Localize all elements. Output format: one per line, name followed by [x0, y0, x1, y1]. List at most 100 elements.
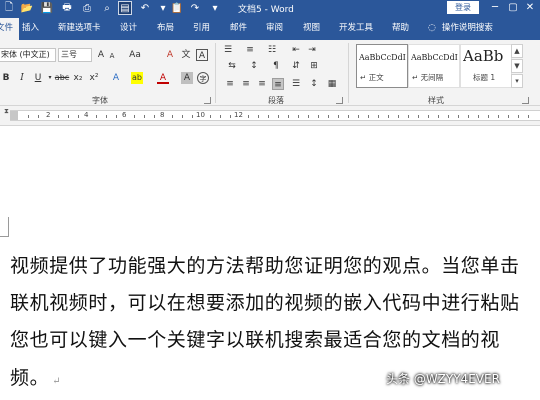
customize-icon[interactable]: ▾ [208, 1, 222, 15]
numbering-icon[interactable]: ≡ [244, 44, 256, 56]
distributed-icon[interactable]: ⊞ [308, 60, 320, 72]
redo-icon[interactable]: ↷ [188, 1, 202, 15]
tab-mailings[interactable]: 邮件 [230, 21, 247, 33]
line-spacing-extra-icon[interactable]: ⇵ [290, 60, 302, 72]
open-folder-icon[interactable]: 📂 [20, 1, 34, 15]
login-button[interactable]: 登录 [447, 1, 479, 14]
increase-indent-icon[interactable]: ⇥ [306, 44, 318, 56]
ruler-tick [192, 115, 193, 118]
justify-icon[interactable]: ≡ [272, 78, 284, 90]
underline-button[interactable]: U [32, 72, 44, 84]
change-case-icon[interactable]: Aa [126, 49, 144, 61]
tell-me-search[interactable]: ◌ 操作说明搜索 [428, 21, 493, 33]
ruler-tick [488, 115, 489, 118]
paragraph-mark-icon: ↵ [52, 376, 62, 387]
ruler-tick [96, 115, 97, 118]
ruler-tick [210, 115, 211, 118]
horizontal-ruler: ⧗ 2 4 6 8 10 12 [0, 106, 540, 126]
clear-format-icon[interactable]: A [164, 49, 176, 61]
strikethrough-button[interactable]: abc [54, 72, 70, 84]
tab-references[interactable]: 引用 [193, 21, 210, 33]
close-button[interactable]: ✕ [522, 1, 538, 15]
font-name-select[interactable]: 宋体 (中文正) [0, 48, 56, 62]
styles-scroll-down[interactable]: ▼ [511, 59, 523, 73]
ruler-tick [448, 115, 449, 118]
tab-insert[interactable]: 插入 [22, 21, 39, 33]
tab-layout[interactable]: 布局 [157, 21, 174, 33]
font-color-icon[interactable]: A [157, 72, 169, 84]
align-center-icon[interactable]: ≡ [240, 78, 252, 90]
line-spacing-icon[interactable]: ↕ [308, 78, 320, 90]
ruler-tick [308, 115, 309, 118]
enclose-char-icon[interactable]: 字 [197, 72, 209, 84]
char-border-icon[interactable]: A [196, 49, 208, 61]
borders-icon[interactable]: ▦ [326, 78, 338, 90]
multilevel-list-icon[interactable]: ☷ [266, 44, 278, 56]
ruler-tick [220, 115, 221, 118]
styles-scroll-up[interactable]: ▲ [511, 44, 523, 58]
ruler-tick [518, 115, 519, 118]
style-heading-1[interactable]: AaBb 标题 1 [460, 44, 512, 88]
tab-help[interactable]: 帮助 [392, 21, 409, 33]
superscript-button[interactable]: x² [88, 72, 100, 84]
new-doc-icon[interactable]: 🗋 [2, 1, 16, 15]
document-text-line[interactable]: 频。 ↵ [10, 363, 61, 390]
text-effects-icon[interactable]: A [110, 72, 122, 84]
ruler-tick [468, 115, 469, 118]
ruler-tick [116, 115, 117, 118]
distribute-icon[interactable]: ☰ [290, 78, 302, 90]
font-size-select[interactable]: 三号 [58, 48, 92, 62]
document-text-line[interactable]: 视频提供了功能强大的方法帮助您证明您的观点。当您单击 [10, 251, 520, 278]
font-dialog-launcher[interactable] [204, 97, 211, 104]
styles-more[interactable]: ▾ [511, 74, 523, 88]
minimize-button[interactable]: ─ [487, 1, 503, 15]
paste-icon[interactable]: 📋 [170, 1, 184, 15]
tab-view[interactable]: 视图 [303, 21, 320, 33]
preview-icon[interactable]: ⌕ [100, 1, 114, 15]
highlight-icon[interactable]: ab [131, 72, 143, 84]
indent-marker-icon[interactable]: ⧗ [4, 107, 9, 116]
ruler-tick [154, 115, 155, 118]
tab-file[interactable]: 文件 [0, 18, 20, 40]
ruler-tick [106, 115, 107, 118]
align-right-icon[interactable]: ≡ [256, 78, 268, 90]
ruler-tick [58, 115, 59, 118]
undo-icon[interactable]: ↶ [138, 1, 152, 15]
bullets-icon[interactable]: ☰ [222, 44, 234, 56]
show-marks-icon[interactable]: ¶ [270, 60, 282, 72]
read-mode-icon[interactable]: ▤ [118, 1, 132, 15]
document-text-line[interactable]: 联机视频时，可以在想要添加的视频的嵌入代码中进行粘贴 [10, 288, 520, 315]
italic-button[interactable]: I [16, 72, 28, 84]
save-icon[interactable]: 💾 [40, 1, 54, 15]
phonetic-guide-icon[interactable]: 文 [180, 49, 192, 61]
ruler-tick [428, 115, 429, 118]
undo-dropdown-icon[interactable]: ▾ [156, 1, 170, 15]
paragraph-dialog-launcher[interactable] [336, 97, 343, 104]
chinese-layout-icon[interactable]: ⇆ [226, 60, 238, 72]
style-name: 标题 1 [473, 73, 496, 82]
ruler-tick [418, 115, 419, 118]
document-page[interactable]: 视频提供了功能强大的方法帮助您证明您的观点。当您单击 联机视频时，可以在想要添加… [0, 127, 540, 400]
document-text-line[interactable]: 您也可以键入一个关键字以联机搜索最适合您的文档的视 [10, 325, 500, 352]
decrease-indent-icon[interactable]: ⇤ [290, 44, 302, 56]
watermark: 头条 @WZYY4EVER [386, 372, 500, 386]
styles-dialog-launcher[interactable] [522, 97, 529, 104]
crop-mark [8, 217, 9, 237]
align-left-icon[interactable]: ≡ [224, 78, 236, 90]
shrink-font-icon[interactable]: A [106, 50, 118, 62]
restore-button[interactable]: ▢ [505, 1, 521, 15]
bold-button[interactable]: B [0, 72, 12, 84]
sort-icon[interactable]: ↕ [248, 60, 260, 72]
tab-developer[interactable]: 开发工具 [339, 21, 373, 33]
char-shading-icon[interactable]: A [181, 72, 193, 84]
ruler-tick [528, 115, 529, 118]
subscript-button[interactable]: x₂ [72, 72, 84, 84]
tab-new-tab[interactable]: 新建选项卡 [58, 21, 101, 33]
style-no-spacing[interactable]: AaBbCcDdI ↵ 无间隔 [408, 44, 460, 88]
tab-design[interactable]: 设计 [120, 21, 137, 33]
ruler-tick [318, 115, 319, 118]
print-preview-icon[interactable]: 🖶 [60, 1, 74, 15]
quick-print-icon[interactable]: ⎙ [80, 1, 94, 15]
style-normal[interactable]: AaBbCcDdI ↵ 正文 [356, 44, 408, 88]
tab-review[interactable]: 审阅 [266, 21, 283, 33]
